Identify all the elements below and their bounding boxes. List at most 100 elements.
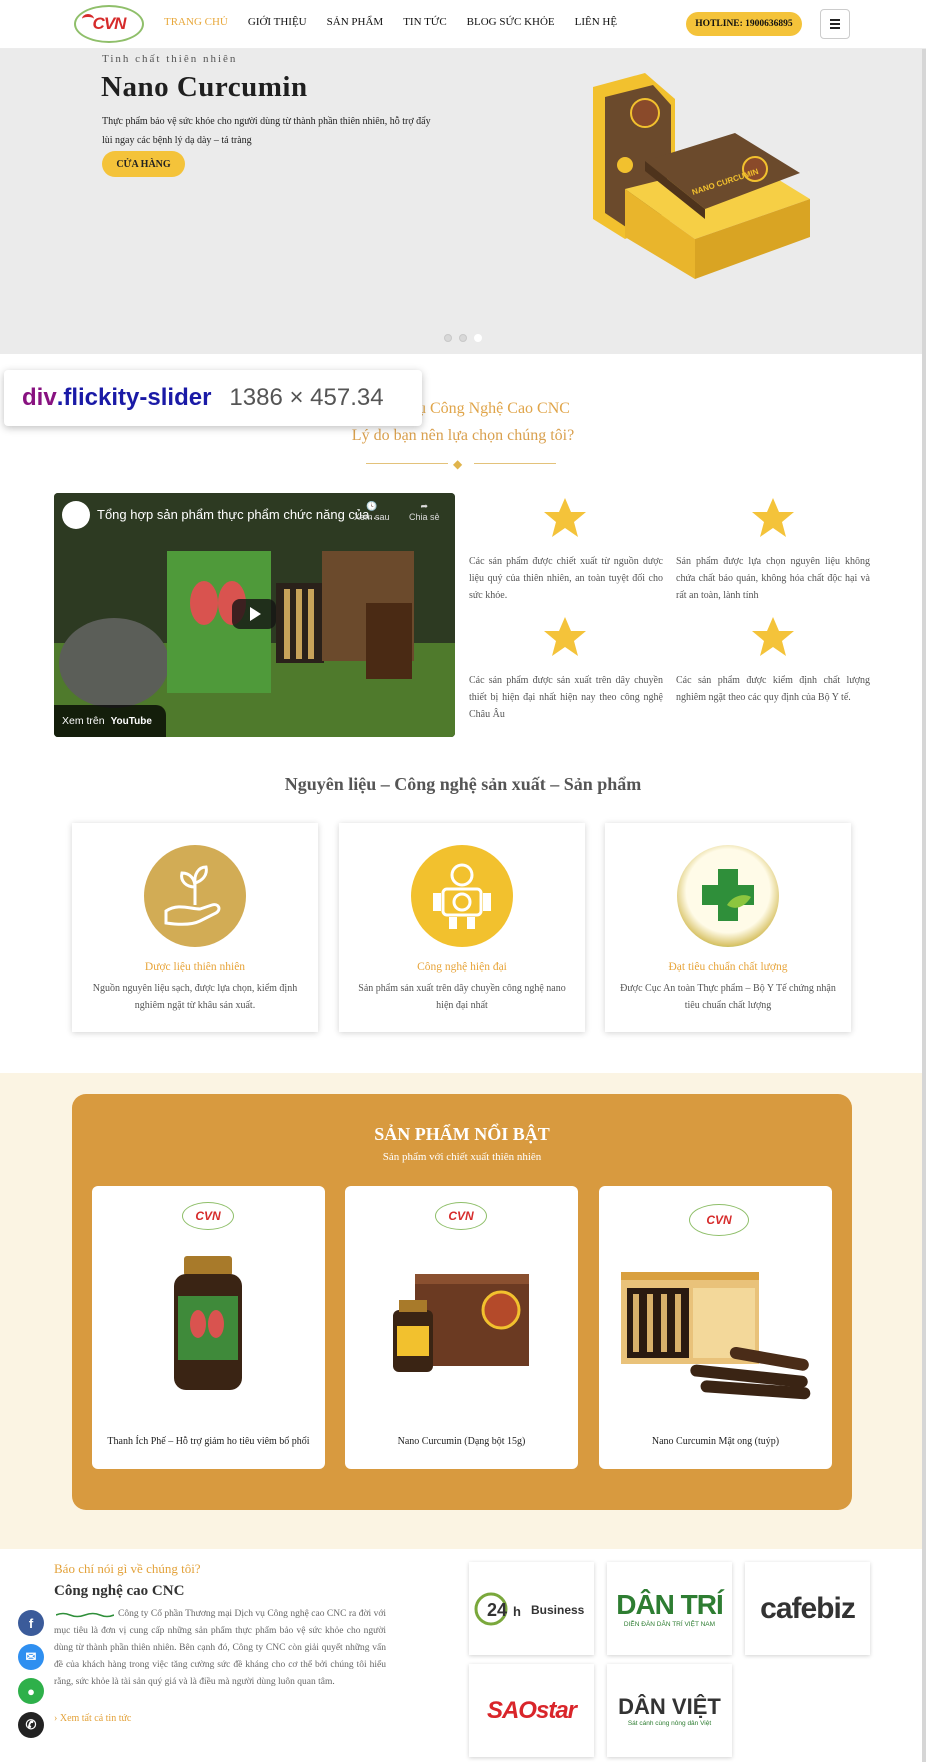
watch-on-label: Xem trên	[62, 715, 105, 727]
nav-item-home[interactable]: TRANG CHỦ	[164, 16, 228, 28]
feature-text: Các sản phẩm được chiết xuất từ nguồn dư…	[469, 556, 663, 601]
feature-item: Các sản phẩm được kiểm định chất lượng n…	[676, 672, 870, 706]
press-logo-cafebiz[interactable]: cafebiz	[745, 1562, 870, 1655]
nav-item-about[interactable]: GIỚI THIỆU	[248, 16, 307, 28]
view-all-news-link[interactable]: › Xem tất cả tin tức	[54, 1713, 131, 1724]
product-brand-logo: CVN	[435, 1202, 487, 1230]
slider-dot-3-active[interactable]	[474, 334, 482, 342]
slider-dots	[444, 334, 482, 342]
watch-later-label: Xem sau	[354, 512, 390, 522]
featured-title: SẢN PHẨM NỔI BẬT	[374, 1124, 550, 1144]
watch-on-youtube-link[interactable]: Xem trên YouTube	[54, 705, 166, 737]
product-card[interactable]: CVN Nano Curcumin Mật ong (tuýp)	[599, 1186, 832, 1469]
watch-later-button[interactable]: 🕓 Xem sau	[354, 501, 390, 522]
star-icon	[752, 617, 794, 656]
star-icon	[544, 617, 586, 656]
feature-item: Các sản phẩm được sản xuất trên dây chuy…	[469, 672, 663, 723]
svg-text:Business: Business	[531, 1603, 585, 1617]
robot-technology-icon	[411, 845, 513, 947]
product-brand-text: CVN	[448, 1209, 474, 1223]
card-desc: Được Cục An toàn Thực phẩm – Bộ Y Tế chứ…	[620, 983, 836, 1011]
messenger-icon[interactable]: ✉	[18, 1644, 44, 1670]
card-title: Dược liệu thiên nhiên	[144, 961, 246, 973]
product-card[interactable]: CVN Thanh Ích Phế – Hỗ trợ giảm ho tiêu …	[92, 1186, 325, 1469]
featured-subtitle: Sản phẩm với chiết xuất thiên nhiên	[382, 1151, 542, 1163]
24h-business-logo: 24 h Business	[474, 1592, 585, 1625]
card-title: Đạt tiêu chuẩn chất lượng	[668, 961, 788, 973]
danviet-logo: DÂN VIỆT	[618, 1694, 721, 1719]
product-brand-logo: CVN	[182, 1202, 234, 1230]
card-desc: Sản phẩm sản xuất trên dây chuyền công n…	[358, 983, 566, 1011]
svg-text:24: 24	[487, 1600, 507, 1620]
star-icon	[544, 498, 586, 537]
featured-products-panel: SẢN PHẨM NỔI BẬT Sản phẩm với chiết xuất…	[72, 1094, 852, 1510]
dantri-subtitle: DIỄN ĐÀN DÂN TRÍ VIỆT NAM	[623, 1621, 716, 1628]
cafebiz-logo: cafebiz	[760, 1591, 856, 1625]
value-card: Đạt tiêu chuẩn chất lượng Được Cục An to…	[605, 823, 851, 1032]
inspector-class: .flickity-slider	[56, 384, 212, 411]
video-title[interactable]: Tổng hợp sản phẩm thực phẩm chức năng củ…	[97, 507, 380, 522]
product-image	[174, 1256, 242, 1390]
shop-button[interactable]: CỬA HÀNG	[102, 151, 185, 177]
product-name[interactable]: Nano Curcumin Mật ong (tuýp)	[599, 1436, 832, 1447]
value-card: Công nghệ hiện đại Sản phẩm sản xuất trê…	[339, 823, 585, 1032]
product-name[interactable]: Thanh Ích Phế – Hỗ trợ giảm ho tiêu viêm…	[92, 1436, 325, 1447]
hand-sprout-icon	[144, 845, 246, 947]
press-logo-danviet[interactable]: DÂN VIỆT Sát cánh cùng nông dân Việt	[607, 1664, 732, 1757]
facebook-icon[interactable]: f	[18, 1610, 44, 1636]
chat-icon[interactable]: ●	[18, 1678, 44, 1704]
svg-text:h: h	[513, 1604, 521, 1619]
devtools-inspect-tooltip: div .flickity-slider 1386 × 457.34	[4, 370, 422, 426]
channel-avatar[interactable]	[62, 501, 90, 529]
youtube-video-embed[interactable]: Tổng hợp sản phẩm thực phẩm chức năng củ…	[54, 493, 455, 737]
diamond-icon: ◆	[453, 457, 463, 471]
card-desc: Nguồn nguyên liệu sạch, được lựa chọn, k…	[92, 983, 298, 1011]
scrollbar-track[interactable]	[922, 0, 926, 1762]
nav-item-contact[interactable]: LIÊN HỆ	[575, 16, 617, 28]
press-logo-24h[interactable]: 24 h Business	[469, 1562, 594, 1655]
youtube-logo: YouTube	[110, 715, 152, 727]
feature-item: Sản phẩm được lựa chọn nguyên liệu không…	[676, 553, 870, 604]
feature-text: Các sản phẩm được sản xuất trên dây chuy…	[469, 675, 663, 720]
feature-text: Sản phẩm được lựa chọn nguyên liệu không…	[676, 556, 870, 601]
slider-dot-1[interactable]	[444, 334, 452, 342]
nav-item-products[interactable]: SẢN PHẨM	[327, 16, 384, 28]
product-name[interactable]: Nano Curcumin (Dạng bột 15g)	[345, 1436, 578, 1447]
card-title: Công nghệ hiện đại	[417, 961, 507, 973]
nav-item-health-blog[interactable]: BLOG SỨC KHỎE	[467, 16, 555, 28]
press-kicker: Báo chí nói gì về chúng tôi?	[54, 1561, 201, 1576]
product-brand-text: CVN	[195, 1209, 221, 1223]
green-cross-quality-icon	[677, 845, 779, 947]
feature-item: Các sản phẩm được chiết xuất từ nguồn dư…	[469, 553, 663, 604]
product-image	[621, 1272, 811, 1400]
hotline-button[interactable]: HOTLINE: 1900636895	[686, 12, 802, 36]
hamburger-menu-icon[interactable]	[820, 9, 850, 39]
dantri-logo: DÂN TRÍ	[616, 1589, 724, 1620]
hero-description: Thực phẩm bảo vệ sức khỏe cho người dùng…	[102, 116, 431, 146]
main-nav: TRANG CHỦ GIỚI THIỆU SẢN PHẨM TIN TỨC BL…	[164, 16, 637, 28]
play-icon[interactable]	[232, 599, 276, 629]
site-logo[interactable]: CVN	[74, 5, 144, 43]
press-logo-saostar[interactable]: SAOstar	[469, 1664, 594, 1757]
why-choose-heading: Lý do bạn nên lựa chọn chúng tôi?	[351, 427, 575, 444]
slider-dot-2[interactable]	[459, 334, 467, 342]
press-logo-dantri[interactable]: DÂN TRÍ DIỄN ĐÀN DÂN TRÍ VIỆT NAM	[607, 1562, 732, 1655]
press-title: Công nghệ cao CNC	[54, 1583, 185, 1599]
danviet-subtitle: Sát cánh cùng nông dân Việt	[627, 1720, 712, 1727]
site-header: CVN TRANG CHỦ GIỚI THIỆU SẢN PHẨM TIN TỨ…	[0, 0, 926, 49]
hero-slider: Tinh chất thiên nhiên Nano Curcumin Thực…	[0, 49, 926, 354]
saostar-logo: SAOstar	[486, 1696, 577, 1724]
hero-tagline: Tinh chất thiên nhiên	[102, 53, 238, 65]
value-card: Dược liệu thiên nhiên Nguồn nguyên liệu …	[72, 823, 318, 1032]
product-card[interactable]: CVN Nano Curcumin (Dạng bột 15g)	[345, 1186, 578, 1469]
logo-text: CVN	[92, 14, 127, 33]
nav-item-news[interactable]: TIN TỨC	[403, 16, 446, 28]
section-divider: ◆	[366, 457, 556, 471]
phone-icon[interactable]: ✆	[18, 1712, 44, 1738]
feature-text: Các sản phẩm được kiểm định chất lượng n…	[676, 675, 870, 703]
nano-curcumin-box-image: NANO CURCUMIN	[593, 73, 810, 279]
share-button[interactable]: ➦ Chia sẻ	[409, 501, 440, 522]
product-brand-logo: CVN	[689, 1204, 749, 1236]
view-all-news-label: Xem tất cả tin tức	[59, 1713, 132, 1724]
inspector-size: 1386 × 457.34	[229, 384, 384, 411]
